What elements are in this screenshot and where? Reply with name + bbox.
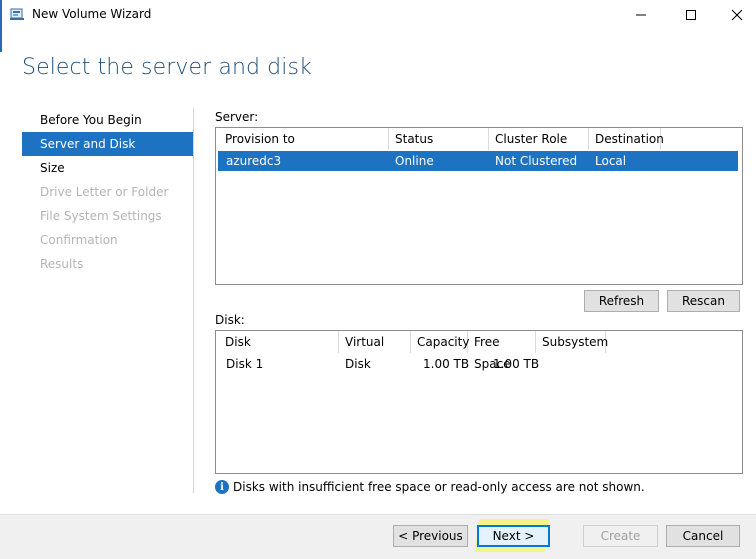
close-button[interactable] xyxy=(714,0,756,30)
cell-status: Online xyxy=(395,154,434,168)
page-title: Select the server and disk xyxy=(22,55,312,80)
wizard-nav: Before You Begin Server and Disk Size Dr… xyxy=(22,108,193,276)
column-destination[interactable]: Destination xyxy=(589,128,664,150)
cell-free-space: 1.00 TB xyxy=(493,357,540,371)
info-text: Disks with insufficient free space or re… xyxy=(233,480,645,494)
column-cluster-role[interactable]: Cluster Role xyxy=(489,128,589,150)
disk-list-header: Disk Virtual Disk Capacity Free Space Su… xyxy=(216,331,742,371)
disk-list[interactable]: Disk Virtual Disk Capacity Free Space Su… xyxy=(215,330,743,474)
nav-item-before-you-begin[interactable]: Before You Begin xyxy=(22,108,193,132)
column-status[interactable]: Status xyxy=(389,128,489,150)
rescan-button[interactable]: Rescan xyxy=(667,290,740,312)
column-disk[interactable]: Disk xyxy=(219,331,339,353)
close-icon xyxy=(731,9,743,21)
cell-destination: Local xyxy=(595,154,627,168)
cancel-button[interactable]: Cancel xyxy=(666,525,740,547)
title-bar: New Volume Wizard xyxy=(0,0,756,52)
nav-divider xyxy=(193,108,194,493)
cell-disk: Disk 1 xyxy=(226,357,264,371)
column-subsystem[interactable]: Subsystem xyxy=(536,331,608,353)
nav-item-size[interactable]: Size xyxy=(22,156,193,180)
nav-item-confirmation: Confirmation xyxy=(40,233,118,247)
next-button[interactable]: Next > xyxy=(477,525,550,547)
table-row[interactable]: Disk 1 1.00 TB 1.00 TB xyxy=(218,354,738,374)
maximize-icon xyxy=(686,10,696,20)
column-virtual-disk[interactable]: Virtual Disk xyxy=(339,331,411,371)
window-title: New Volume Wizard xyxy=(32,7,152,21)
create-button: Create xyxy=(583,525,658,547)
window-accent-strip xyxy=(0,0,2,52)
minimize-icon xyxy=(636,14,646,16)
refresh-button[interactable]: Refresh xyxy=(584,290,659,312)
server-list[interactable]: Provision to Status Cluster Role Destina… xyxy=(215,127,743,285)
server-label: Server: xyxy=(215,110,259,124)
previous-button[interactable]: < Previous xyxy=(393,525,468,547)
nav-item-server-and-disk[interactable]: Server and Disk xyxy=(22,132,193,156)
info-icon: i xyxy=(215,480,229,494)
wizard-app-icon xyxy=(9,6,25,22)
cell-provision-to: azuredc3 xyxy=(226,154,282,168)
maximize-button[interactable] xyxy=(668,0,714,30)
column-free-space[interactable]: Free Space xyxy=(468,331,536,371)
column-provision-to[interactable]: Provision to xyxy=(219,128,389,150)
cell-capacity: 1.00 TB xyxy=(423,357,470,371)
table-row[interactable]: azuredc3 Online Not Clustered Local xyxy=(218,151,738,171)
nav-item-results: Results xyxy=(40,257,84,271)
minimize-button[interactable] xyxy=(618,0,664,30)
cell-cluster-role: Not Clustered xyxy=(495,154,578,168)
nav-item-file-system-settings: File System Settings xyxy=(40,209,162,223)
disk-label: Disk: xyxy=(215,313,245,327)
server-list-header: Provision to Status Cluster Role Destina… xyxy=(216,128,742,150)
column-capacity[interactable]: Capacity xyxy=(411,331,469,353)
info-note: i Disks with insufficient free space or … xyxy=(215,479,645,495)
nav-item-drive-letter: Drive Letter or Folder xyxy=(40,185,169,199)
